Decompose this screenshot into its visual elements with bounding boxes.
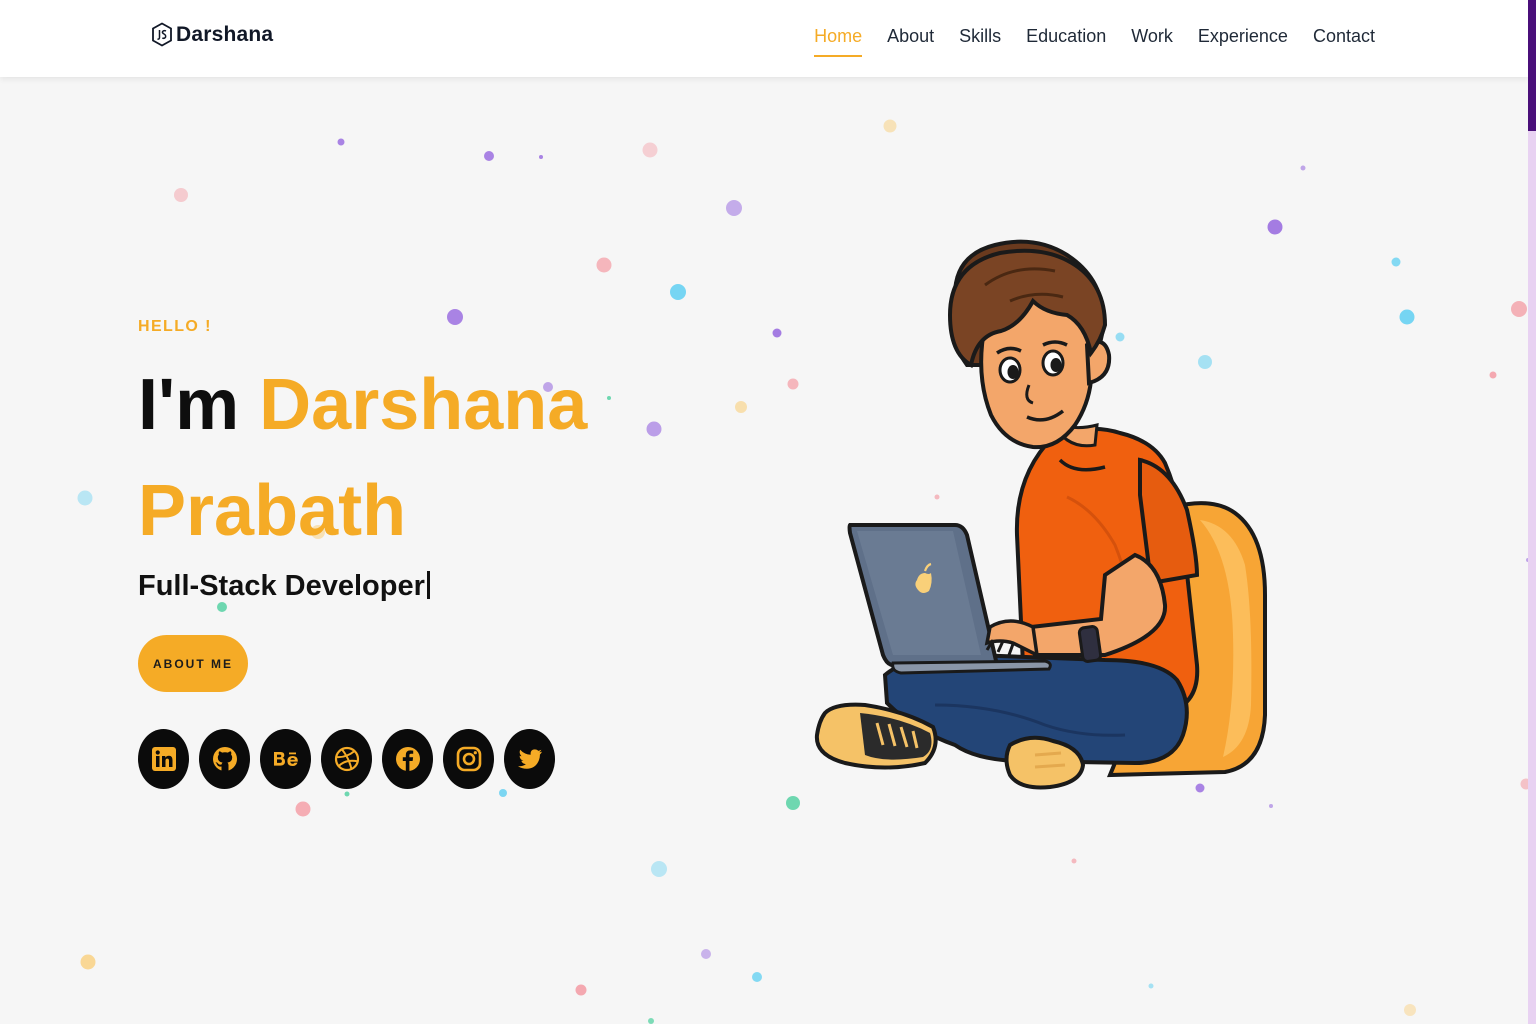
nav-item-experience[interactable]: Experience (1198, 26, 1288, 57)
scrollbar-thumb[interactable] (1528, 0, 1536, 131)
behance-icon (273, 752, 298, 766)
twitter-icon (517, 749, 542, 769)
brand-logo[interactable]: Darshana (151, 22, 273, 47)
brand-name: Darshana (176, 22, 274, 46)
page-scrollbar[interactable] (1528, 0, 1536, 1024)
hero-greeting: HELLO ! (138, 318, 212, 335)
dribbble-icon (334, 746, 359, 772)
typed-role-text: Full-Stack Developer (138, 570, 425, 602)
github-link[interactable] (199, 729, 250, 789)
social-links (138, 729, 555, 789)
hero-heading: I'm Darshana Prabath (138, 352, 658, 564)
about-me-button[interactable]: ABOUT ME (138, 635, 248, 692)
twitter-link[interactable] (504, 729, 555, 789)
nav-item-home[interactable]: Home (814, 26, 863, 57)
github-icon (212, 747, 237, 771)
nodejs-hexagon-icon (152, 22, 172, 47)
hero-name-last: Prabath (138, 471, 407, 551)
typing-cursor (426, 571, 430, 599)
hero-intro: I'm (138, 365, 240, 445)
developer-on-laptop-illustration (814, 239, 1267, 790)
nav-item-work[interactable]: Work (1131, 26, 1173, 57)
main-nav: Home About Skills Education Work Experie… (814, 26, 1375, 57)
linkedin-link[interactable] (138, 729, 189, 789)
nav-item-about[interactable]: About (887, 26, 934, 57)
nav-item-education[interactable]: Education (1026, 26, 1106, 57)
site-header: Darshana Home About Skills Education Wor… (0, 0, 1528, 77)
instagram-icon (456, 746, 481, 772)
hero-role: Full-Stack Developer (138, 570, 430, 603)
linkedin-icon (151, 747, 176, 771)
facebook-icon (395, 747, 420, 771)
nav-item-skills[interactable]: Skills (959, 26, 1001, 57)
instagram-link[interactable] (443, 729, 494, 789)
nav-item-contact[interactable]: Contact (1313, 26, 1375, 57)
dribbble-link[interactable] (321, 729, 372, 789)
hero-name-first: Darshana (259, 365, 588, 445)
facebook-link[interactable] (382, 729, 433, 789)
behance-link[interactable] (260, 729, 311, 789)
